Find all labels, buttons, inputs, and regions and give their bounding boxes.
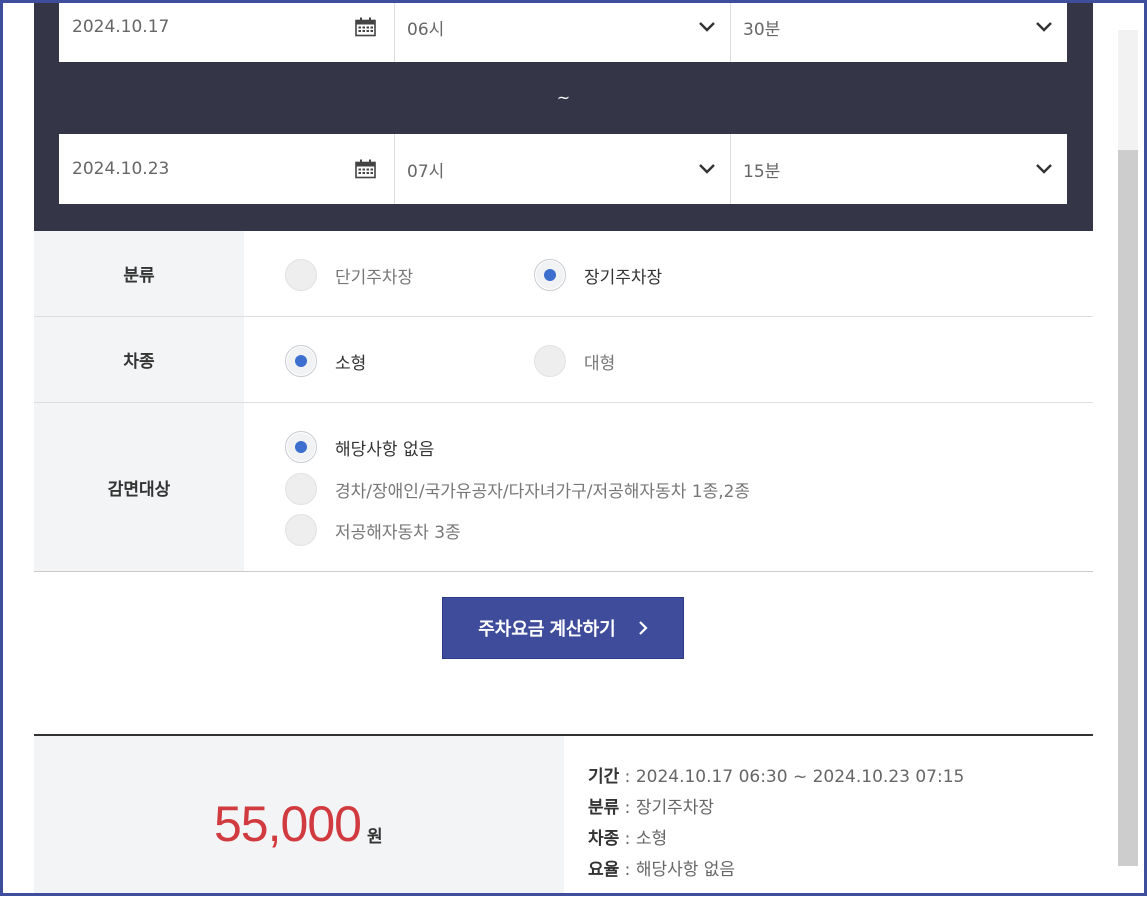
chevron-down-icon <box>1036 164 1052 174</box>
result-details: 기간 : 2024.10.17 06:30 ~ 2024.10.23 07:15… <box>588 764 964 888</box>
radio-label: 저공해자동차 3종 <box>335 522 461 543</box>
fee-amount: 55,000 <box>214 796 362 852</box>
end-date-value: 2024.10.23 <box>72 159 170 179</box>
start-minute-value: 30분 <box>743 19 781 40</box>
detail-key: 차종 <box>588 829 620 849</box>
radio-label: 경차/장애인/국가유공자/다자녀가구/저공해자동차 1종,2종 <box>335 481 751 502</box>
category-label: 분류 <box>34 231 244 316</box>
detail-value: 2024.10.17 06:30 ~ 2024.10.23 07:15 <box>635 767 965 787</box>
period-separator: ~ <box>556 88 571 107</box>
radio-long-term-parking[interactable]: 장기주차장 <box>534 259 662 291</box>
radio-circle[interactable] <box>285 345 317 377</box>
chevron-down-icon <box>1036 22 1052 32</box>
radio-no-discount[interactable]: 해당사항 없음 <box>285 431 434 463</box>
radio-label: 장기주차장 <box>584 267 663 288</box>
calendar-icon[interactable] <box>355 17 376 37</box>
fee-unit: 원 <box>367 827 383 847</box>
detail-value: 해당사항 없음 <box>635 860 736 880</box>
chevron-right-icon <box>638 621 648 635</box>
radio-large-vehicle[interactable]: 대형 <box>534 345 615 377</box>
end-datetime-row: 2024.10.23 07시 15분 <box>59 134 1067 204</box>
start-minute-select[interactable]: 30분 <box>731 0 1067 62</box>
detail-value: 소형 <box>635 829 668 849</box>
end-minute-select[interactable]: 15분 <box>731 134 1067 204</box>
end-date-field[interactable]: 2024.10.23 <box>59 134 395 204</box>
radio-short-term-parking[interactable]: 단기주차장 <box>285 259 413 291</box>
detail-period: 기간 : 2024.10.17 06:30 ~ 2024.10.23 07:15 <box>588 767 965 787</box>
start-datetime-row: 2024.10.17 06시 30분 <box>59 0 1067 62</box>
radio-circle[interactable] <box>285 259 317 291</box>
radio-circle[interactable] <box>285 514 317 546</box>
vehicle-row: 차종 소형 대형 <box>34 317 1093 403</box>
vertical-scrollbar[interactable] <box>1118 30 1138 866</box>
detail-value: 장기주차장 <box>635 798 715 818</box>
detail-category: 분류 : 장기주차장 <box>588 798 715 818</box>
radio-small-vehicle[interactable]: 소형 <box>285 345 366 377</box>
radio-discount-type-1[interactable]: 경차/장애인/국가유공자/다자녀가구/저공해자동차 1종,2종 <box>285 473 750 505</box>
radio-circle[interactable] <box>534 259 566 291</box>
period-panel: 2024.10.17 06시 30분 ~ 2024.10.23 07시 15분 <box>34 0 1093 231</box>
calculate-fee-button[interactable]: 주차요금 계산하기 <box>442 597 684 659</box>
radio-label: 소형 <box>335 353 367 374</box>
result-amount-box: 55,000 원 <box>34 736 564 896</box>
radio-circle[interactable] <box>285 431 317 463</box>
calendar-icon[interactable] <box>355 159 376 179</box>
radio-label: 대형 <box>584 353 616 374</box>
chevron-down-icon <box>699 22 715 32</box>
category-row: 분류 단기주차장 장기주차장 <box>34 231 1093 317</box>
start-date-field[interactable]: 2024.10.17 <box>59 0 395 62</box>
detail-key: 기간 <box>588 767 620 787</box>
end-minute-value: 15분 <box>743 161 781 182</box>
scrollbar-thumb[interactable] <box>1118 150 1138 866</box>
start-hour-select[interactable]: 06시 <box>395 0 731 62</box>
detail-rate: 요율 : 해당사항 없음 <box>588 860 736 880</box>
detail-key: 분류 <box>588 798 620 818</box>
chevron-down-icon <box>699 164 715 174</box>
discount-row: 감면대상 해당사항 없음 경차/장애인/국가유공자/다자녀가구/저공해자동차 1… <box>34 403 1093 572</box>
radio-low-emission-3[interactable]: 저공해자동차 3종 <box>285 514 461 546</box>
radio-circle[interactable] <box>534 345 566 377</box>
options-table: 분류 단기주차장 장기주차장 차종 소형 대형 감면대상 해당사항 없음 경차/… <box>34 231 1093 572</box>
end-hour-value: 07시 <box>407 161 445 182</box>
result-panel: 55,000 원 기간 : 2024.10.17 06:30 ~ 2024.10… <box>34 734 1093 898</box>
detail-vehicle: 차종 : 소형 <box>588 829 668 849</box>
parking-fee-calculator: 2024.10.17 06시 30분 ~ 2024.10.23 07시 15분 … <box>34 0 1093 896</box>
radio-label: 해당사항 없음 <box>335 439 435 460</box>
start-date-value: 2024.10.17 <box>72 17 170 37</box>
detail-key: 요율 <box>588 860 620 880</box>
radio-circle[interactable] <box>285 473 317 505</box>
start-hour-value: 06시 <box>407 19 445 40</box>
vehicle-label: 차종 <box>34 317 244 402</box>
end-hour-select[interactable]: 07시 <box>395 134 731 204</box>
radio-label: 단기주차장 <box>335 267 414 288</box>
calculate-fee-label: 주차요금 계산하기 <box>478 619 616 639</box>
discount-label: 감면대상 <box>34 403 244 571</box>
